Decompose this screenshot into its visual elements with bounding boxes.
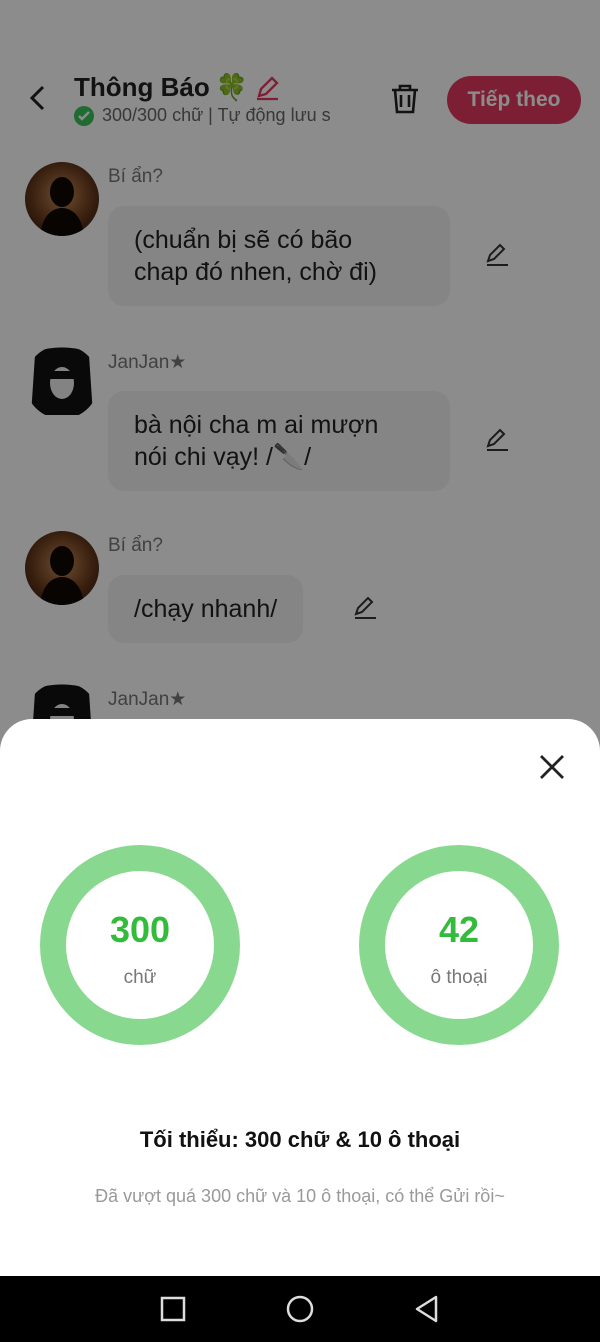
recent-apps-icon[interactable] [158, 1294, 188, 1324]
stats-sheet: 300 chữ 42 ô thoại Tối thiểu: 300 chữ & … [0, 719, 600, 1276]
home-icon[interactable] [285, 1294, 315, 1324]
word-count-label: chữ [123, 967, 157, 988]
word-count-value: 300 [109, 909, 171, 950]
dialog-count-label: ô thoại [430, 967, 488, 988]
requirement-note: Đã vượt quá 300 chữ và 10 ô thoại, có th… [95, 1186, 505, 1206]
close-icon[interactable] [538, 753, 566, 781]
dialog-count-value: 42 [438, 909, 480, 950]
screen: Viettel 20:01 55 Thông Báo 🍀 300/300 chữ… [0, 0, 600, 1276]
dialog-count-ring: 42 ô thoại [359, 845, 559, 1045]
word-count-ring: 300 chữ [40, 845, 240, 1045]
system-nav-bar [0, 1276, 600, 1342]
minimum-requirement: Tối thiểu: 300 chữ & 10 ô thoại [139, 1127, 461, 1152]
back-nav-icon[interactable] [412, 1294, 442, 1324]
